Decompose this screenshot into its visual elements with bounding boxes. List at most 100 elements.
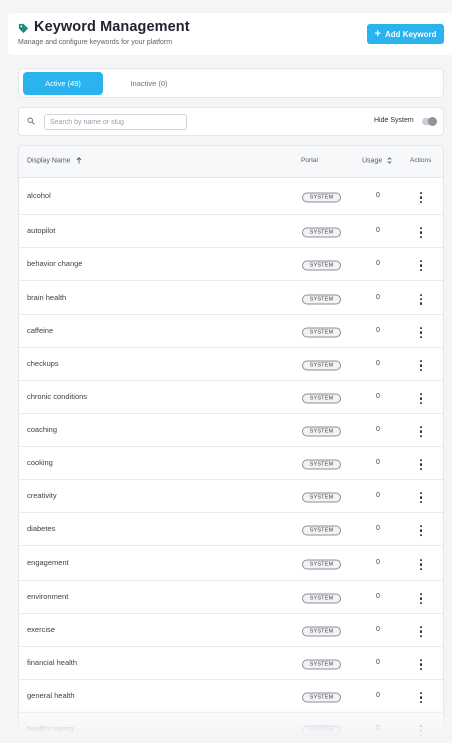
table-row: healthy eating SYSTEM 0 <box>19 713 443 742</box>
row-actions-kebab-icon[interactable] <box>418 559 424 571</box>
portal-badge: SYSTEM <box>302 294 341 304</box>
table-row: financial health SYSTEM 0 <box>19 647 443 680</box>
row-actions-kebab-icon[interactable] <box>418 459 424 471</box>
table-row: exercise SYSTEM 0 <box>19 614 443 647</box>
column-display-name[interactable]: Display Name <box>27 157 82 164</box>
page-title: Keyword Management <box>34 19 190 35</box>
table-row: alcohol SYSTEM 0 <box>19 178 443 215</box>
keyword-name: financial health <box>27 657 78 667</box>
add-keyword-label: Add Keyword <box>384 29 437 39</box>
hide-system-toggle[interactable] <box>422 117 437 126</box>
keywords-table: Display Name Portal Usage Actions alcoho… <box>18 145 444 743</box>
row-actions-kebab-icon[interactable] <box>418 293 424 305</box>
sort-both-icon <box>387 157 392 164</box>
keyword-name: creativity <box>27 490 57 500</box>
table-row: brain health SYSTEM 0 <box>19 281 443 315</box>
row-actions-kebab-icon[interactable] <box>418 192 424 204</box>
status-tabs: Active (49) Inactive (0) <box>18 68 444 98</box>
usage-count: 0 <box>376 626 380 634</box>
portal-badge: SYSTEM <box>302 327 341 338</box>
portal-badge: SYSTEM <box>302 260 341 271</box>
column-usage-label: Usage <box>362 157 383 165</box>
row-actions-kebab-icon[interactable] <box>418 626 424 638</box>
table-header: Display Name Portal Usage Actions <box>19 146 443 178</box>
table-row: checkups SYSTEM 0 <box>19 348 443 381</box>
plus-icon: + <box>374 27 381 40</box>
portal-badge: SYSTEM <box>302 426 341 437</box>
usage-count: 0 <box>376 227 380 235</box>
usage-count: 0 <box>376 192 380 200</box>
usage-count: 0 <box>376 426 380 434</box>
keyword-name: alcohol <box>27 190 51 200</box>
table-row: behavior change SYSTEM 0 <box>19 248 443 281</box>
usage-count: 0 <box>376 360 380 368</box>
search-icon <box>27 117 35 125</box>
tab-active[interactable]: Active (49) <box>23 72 103 95</box>
row-actions-kebab-icon[interactable] <box>418 393 424 405</box>
usage-count: 0 <box>376 293 380 301</box>
keyword-name: coaching <box>27 424 58 434</box>
keyword-name: exercise <box>27 624 55 634</box>
table-row: caffeine SYSTEM 0 <box>19 315 443 348</box>
row-actions-kebab-icon[interactable] <box>418 492 424 504</box>
usage-count: 0 <box>376 593 380 601</box>
row-actions-kebab-icon[interactable] <box>418 426 424 438</box>
hide-system-label: Hide System <box>374 117 414 124</box>
keyword-name: autopilot <box>27 225 56 235</box>
filter-bar: Hide System <box>18 107 444 136</box>
table-row: engagement SYSTEM 0 <box>19 546 443 581</box>
keyword-name: caffeine <box>27 325 54 335</box>
table-row: creativity SYSTEM 0 <box>19 480 443 513</box>
usage-count: 0 <box>376 459 380 467</box>
search-input[interactable] <box>44 114 187 130</box>
row-actions-kebab-icon[interactable] <box>418 659 424 671</box>
row-actions-kebab-icon[interactable] <box>418 525 424 537</box>
row-actions-kebab-icon[interactable] <box>418 725 424 737</box>
row-actions-kebab-icon[interactable] <box>418 327 424 339</box>
keyword-name: checkups <box>27 358 59 368</box>
tag-icon <box>18 23 29 34</box>
portal-badge: SYSTEM <box>302 725 341 736</box>
row-actions-kebab-icon[interactable] <box>418 260 424 272</box>
portal-badge: SYSTEM <box>302 459 341 470</box>
portal-badge: SYSTEM <box>302 626 341 637</box>
add-keyword-button[interactable]: + Add Keyword <box>367 24 444 44</box>
keyword-name: brain health <box>27 292 67 302</box>
keyword-name: environment <box>27 591 69 601</box>
keyword-name: behavior change <box>27 258 83 268</box>
table-row: environment SYSTEM 0 <box>19 581 443 614</box>
table-row: diabetes SYSTEM 0 <box>19 513 443 546</box>
usage-count: 0 <box>376 559 380 567</box>
portal-badge: SYSTEM <box>302 559 341 570</box>
row-actions-kebab-icon[interactable] <box>418 593 424 605</box>
table-row: general health SYSTEM 0 <box>19 680 443 713</box>
portal-badge: SYSTEM <box>302 593 341 604</box>
table-row: cooking SYSTEM 0 <box>19 447 443 480</box>
portal-badge: SYSTEM <box>302 227 341 238</box>
portal-badge: SYSTEM <box>302 393 341 404</box>
row-actions-kebab-icon[interactable] <box>418 227 424 239</box>
keyword-name: diabetes <box>27 523 56 533</box>
column-actions: Actions <box>410 157 432 164</box>
keyword-name: general health <box>27 690 75 700</box>
usage-count: 0 <box>376 525 380 533</box>
keyword-name: chronic conditions <box>27 391 88 401</box>
usage-count: 0 <box>376 260 380 268</box>
table-row: chronic conditions SYSTEM 0 <box>19 381 443 414</box>
tab-inactive[interactable]: Inactive (0) <box>119 72 179 95</box>
column-usage[interactable]: Usage <box>362 157 392 164</box>
row-actions-kebab-icon[interactable] <box>418 360 424 372</box>
usage-count: 0 <box>376 725 380 733</box>
table-body: alcohol SYSTEM 0 autopilot SYSTEM 0 behavior c… <box>19 178 443 742</box>
row-actions-kebab-icon[interactable] <box>418 692 424 704</box>
keyword-name: healthy eating <box>27 723 74 733</box>
column-display-name-label: Display Name <box>27 157 71 165</box>
portal-badge: SYSTEM <box>302 192 341 203</box>
keyword-name: engagement <box>27 557 69 567</box>
page-header: Keyword Management Manage and configure … <box>8 13 452 55</box>
sort-ascending-icon <box>76 157 82 164</box>
page-subtitle: Manage and configure keywords for your p… <box>18 39 173 46</box>
portal-badge: SYSTEM <box>302 492 341 503</box>
usage-count: 0 <box>376 327 380 335</box>
usage-count: 0 <box>376 659 380 667</box>
